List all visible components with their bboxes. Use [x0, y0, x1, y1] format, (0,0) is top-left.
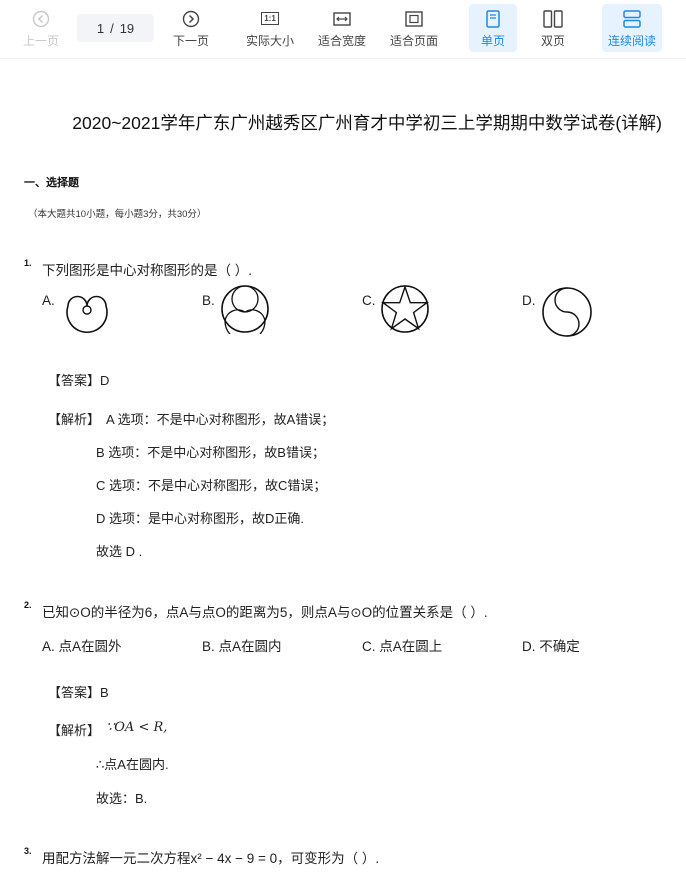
next-page-label: 下一页	[172, 33, 209, 48]
q1-option-a-figure	[66, 295, 108, 333]
continuous-read-label: 连续阅读	[607, 33, 656, 48]
q2-answer: 【答案】B	[48, 685, 109, 700]
fit-page-label: 适合页面	[389, 33, 438, 48]
q1-option-d-figure	[542, 287, 592, 337]
q2-analysis-line-1: ∵OA < R,	[106, 720, 168, 735]
viewer-toolbar: 上一页 1 / 19 下一页 1:1 实际大小 适合宽度 适合页面 单页 双页 …	[0, 0, 686, 59]
double-page-icon	[543, 8, 563, 30]
q1-option-b-figure	[221, 285, 269, 334]
q2-option-c: C. 点A在圆上	[362, 639, 443, 654]
q2-option-d: D. 不确定	[522, 639, 580, 654]
double-page-button[interactable]: 双页	[530, 4, 576, 52]
fit-width-label: 适合宽度	[317, 33, 366, 48]
q1-answer: 【答案】D	[48, 373, 110, 388]
q1-analysis-line-5: 故选 D .	[96, 544, 143, 559]
q1-analysis-line-1: A 选项：不是中心对称图形，故A错误；	[106, 412, 335, 427]
page-current[interactable]: 1	[97, 21, 104, 36]
q1-option-c-figure	[380, 284, 430, 333]
chevron-right-icon	[182, 8, 200, 30]
double-page-label: 双页	[540, 33, 565, 48]
q2-option-a: A. 点A在圆外	[42, 639, 122, 654]
question-1-text: 下列图形是中心对称图形的是（ ）.	[42, 263, 253, 278]
page-total: 19	[119, 20, 135, 36]
fit-page-button[interactable]: 适合页面	[386, 4, 442, 52]
q1-option-a-label: A.	[42, 293, 55, 308]
document-title: 2020~2021学年广东广州越秀区广州育才中学初三上学期期中数学试卷(详解)	[72, 113, 662, 133]
q2-analysis-line-2: ∴点A在圆内.	[96, 757, 169, 772]
single-page-icon	[486, 8, 500, 30]
actual-size-icon: 1:1	[261, 8, 279, 30]
continuous-read-button[interactable]: 连续阅读	[602, 4, 662, 52]
q1-analysis-line-2: B 选项：不是中心对称图形，故B错误；	[96, 445, 325, 460]
q1-analysis-line-3: C 选项：不是中心对称图形，故C错误；	[96, 478, 327, 493]
fit-page-icon	[405, 8, 423, 30]
q1-option-d-label: D.	[522, 293, 536, 308]
page-indicator[interactable]: 1 / 19	[77, 14, 154, 42]
actual-size-button[interactable]: 1:1 实际大小	[242, 4, 298, 52]
q2-option-b: B. 点A在圆内	[202, 639, 282, 654]
question-3-number: 3.	[24, 846, 32, 856]
question-3-text: 用配方法解一元二次方程x² − 4x − 9 = 0，可变形为（ ）.	[42, 851, 380, 866]
section-title: 一、选择题	[24, 177, 79, 189]
next-page-button[interactable]: 下一页	[168, 4, 214, 52]
q1-option-c-label: C.	[362, 293, 376, 308]
chevron-left-icon	[32, 8, 50, 30]
question-2-text: 已知⊙O的半径为6，点A与点O的距离为5，则点A与⊙O的位置关系是（ ）.	[42, 605, 488, 620]
single-page-button[interactable]: 单页	[469, 4, 517, 52]
section-note: （本大题共10小题，每小题3分，共30分）	[28, 209, 207, 220]
fit-width-icon	[333, 8, 351, 30]
single-page-label: 单页	[480, 33, 505, 48]
prev-page-button[interactable]: 上一页	[18, 4, 64, 52]
q2-analysis-label: 【解析】	[48, 723, 101, 738]
page-separator: /	[110, 20, 114, 36]
q1-option-b-label: B.	[202, 293, 215, 308]
q1-analysis-line-4: D 选项：是中心对称图形，故D正确.	[96, 511, 305, 526]
q2-analysis-line-3: 故选：B.	[96, 791, 148, 806]
prev-page-label: 上一页	[22, 33, 59, 48]
fit-width-button[interactable]: 适合宽度	[314, 4, 370, 52]
question-1-number: 1.	[24, 258, 32, 268]
actual-size-label: 实际大小	[245, 33, 294, 48]
question-2-number: 2.	[24, 600, 32, 610]
continuous-read-icon	[623, 8, 641, 30]
q1-analysis-label: 【解析】	[48, 412, 101, 427]
